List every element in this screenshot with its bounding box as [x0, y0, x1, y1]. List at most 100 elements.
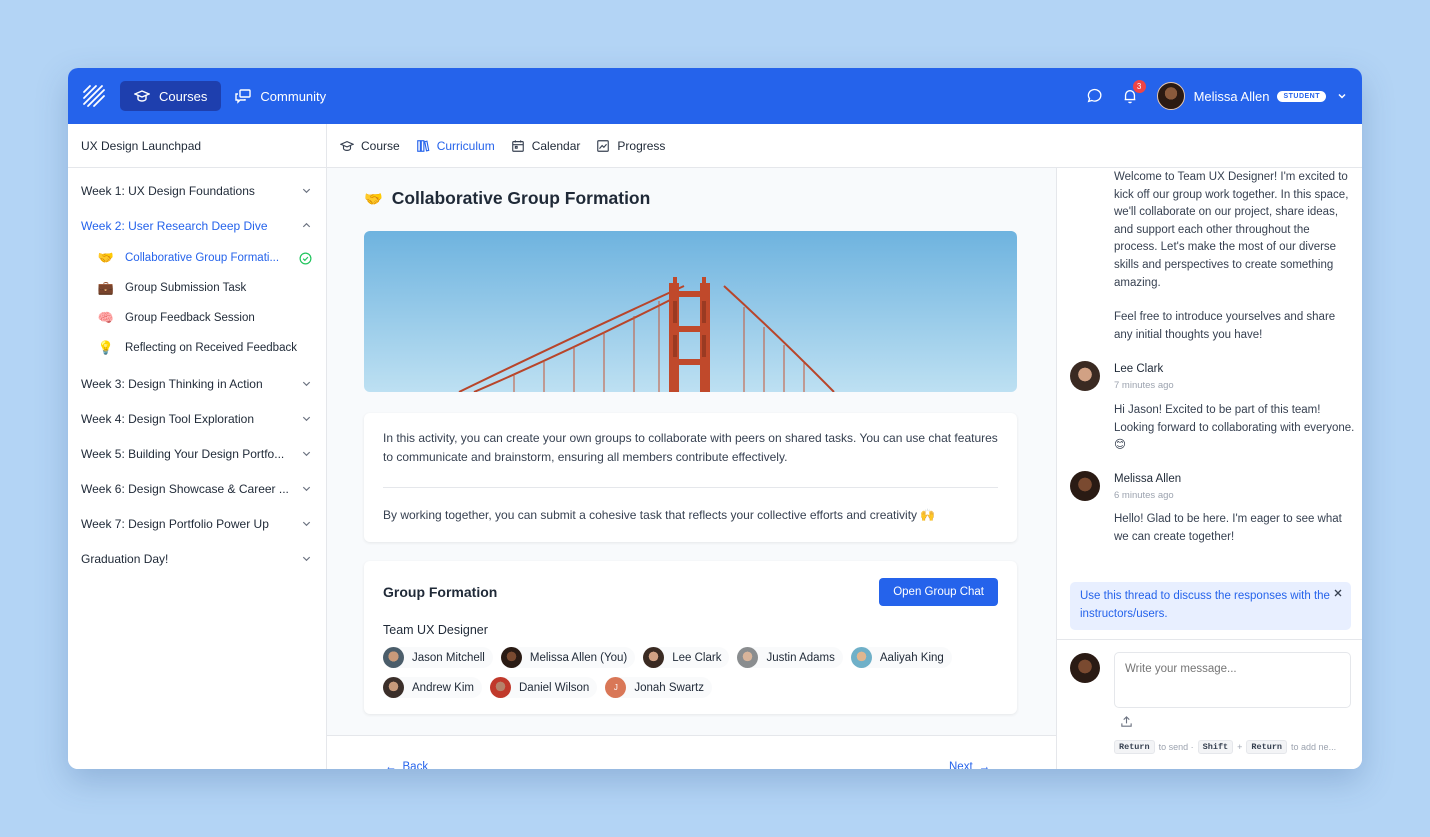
calendar-icon [511, 139, 524, 152]
lesson-item-group-submission[interactable]: 💼 Group Submission Task [68, 273, 326, 303]
kbd-return: Return [1246, 740, 1288, 754]
tab-calendar[interactable]: Calendar [511, 124, 580, 168]
notification-count-badge: 3 [1132, 80, 1146, 93]
books-icon [416, 139, 430, 152]
activity-description-card: In this activity, you can create your ow… [364, 413, 1017, 542]
avatar [737, 647, 759, 668]
next-link[interactable]: Next → [949, 761, 990, 769]
page-title-text: Collaborative Group Formation [391, 188, 651, 208]
avatar [850, 647, 872, 668]
chevron-down-icon [302, 556, 311, 562]
content-row: 🤝 Collaborative Group Formation In this … [327, 168, 1362, 769]
course-sidebar: UX Design Launchpad Week 1: UX Design Fo… [68, 124, 327, 769]
group-formation-title: Group Formation [383, 584, 498, 600]
member-chip[interactable]: Lee Clark [643, 647, 730, 668]
bridge-illustration [458, 277, 835, 392]
week-6-item[interactable]: Week 6: Design Showcase & Career ... [68, 471, 326, 506]
chevron-down-icon [302, 188, 311, 194]
chevron-down-icon [302, 381, 311, 387]
description-paragraph-1: In this activity, you can create your ow… [383, 431, 998, 464]
chart-icon [597, 139, 610, 152]
tab-curriculum[interactable]: Curriculum [416, 124, 495, 168]
tab-course[interactable]: Course [340, 124, 400, 168]
nav-community-label: Community [260, 88, 327, 104]
member-name: Andrew Kim [412, 681, 474, 694]
handshake-icon: 🤝 [97, 250, 115, 265]
back-label: Back [402, 761, 429, 769]
lesson-label: Collaborative Group Formati... [125, 252, 280, 264]
week-4-item[interactable]: Week 4: Design Tool Exploration [68, 401, 326, 436]
graduation-cap-icon [340, 140, 354, 151]
user-name[interactable]: Melissa Allen [1194, 89, 1270, 104]
chat-author: Lee Clark [1114, 363, 1164, 375]
member-chip[interactable]: Aaliyah King [850, 647, 952, 668]
description-paragraph-2: By working together, you can submit a co… [383, 508, 936, 522]
thread-hint-banner: Use this thread to discuss the responses… [1070, 582, 1351, 630]
chat-avatar[interactable] [1070, 471, 1100, 501]
body-area: UX Design Launchpad Week 1: UX Design Fo… [68, 124, 1362, 769]
check-circle-icon [299, 252, 312, 264]
chat-avatar[interactable] [1070, 361, 1100, 391]
user-avatar[interactable] [1156, 82, 1185, 110]
tab-progress[interactable]: Progress [596, 124, 665, 168]
week-label: Week 3: Design Thinking in Action [81, 376, 263, 391]
composer-divider [1057, 639, 1362, 640]
chat-message: Hello! Glad to be here. I'm eager to see… [1114, 513, 1342, 543]
week-label: Week 1: UX Design Foundations [81, 183, 255, 198]
lesson-item-collaborative-group[interactable]: 🤝 Collaborative Group Formati... [68, 243, 326, 273]
nav-courses-label: Courses [159, 88, 208, 104]
chevron-down-icon[interactable] [1336, 90, 1348, 102]
chat-author: Melissa Allen [1114, 473, 1182, 485]
week-2-item[interactable]: Week 2: User Research Deep Dive [68, 208, 326, 243]
messages-button[interactable] [1085, 87, 1103, 105]
member-chip[interactable]: Justin Adams [737, 647, 843, 668]
team-name: Team UX Designer [383, 623, 488, 637]
member-chip[interactable]: Melissa Allen (You) [500, 647, 636, 668]
member-name: Lee Clark [672, 651, 722, 664]
top-bar: Courses Community 3 Melissa Allen STUDEN… [68, 68, 1362, 124]
arrow-left-icon: ← [385, 761, 397, 769]
week-3-item[interactable]: Week 3: Design Thinking in Action [68, 366, 326, 401]
handshake-icon: 🤝 [364, 190, 383, 208]
week-label: Graduation Day! [81, 551, 169, 566]
lesson-item-group-feedback[interactable]: 🧠 Group Feedback Session [68, 303, 326, 333]
week-label: Week 7: Design Portfolio Power Up [81, 516, 269, 531]
week-label: Week 4: Design Tool Exploration [81, 411, 254, 426]
nav-courses[interactable]: Courses [120, 81, 222, 111]
chevron-down-icon [302, 451, 311, 457]
member-chip[interactable]: Jason Mitchell [383, 647, 493, 668]
keyboard-hint: Return to send · Shift + Return to add n… [1114, 740, 1336, 754]
week-1-item[interactable]: Week 1: UX Design Foundations [68, 173, 326, 208]
nav-community[interactable]: Community [221, 81, 340, 111]
logo-icon[interactable] [82, 84, 106, 108]
week-7-item[interactable]: Week 7: Design Portfolio Power Up [68, 506, 326, 541]
week-5-item[interactable]: Week 5: Building Your Design Portfo... [68, 436, 326, 471]
member-chip[interactable]: Andrew Kim [383, 677, 482, 698]
graduation-day-item[interactable]: Graduation Day! [68, 541, 326, 576]
kbd-add-text: to add ne... [1291, 742, 1337, 752]
notifications-button[interactable]: 3 [1121, 80, 1146, 105]
lesson-content: 🤝 Collaborative Group Formation In this … [327, 168, 1056, 769]
kbd-plus: + [1237, 742, 1243, 752]
member-name: Jonah Swartz [634, 681, 704, 694]
lesson-label: Reflecting on Received Feedback [125, 342, 297, 354]
back-link[interactable]: ← Back [385, 761, 428, 769]
kbd-return: Return [1114, 740, 1155, 754]
member-chip[interactable]: J Jonah Swartz [605, 677, 712, 698]
chat-timestamp: 6 minutes ago [1114, 490, 1174, 501]
chat-timestamp: 7 minutes ago [1114, 380, 1174, 391]
upload-icon[interactable] [1120, 715, 1133, 728]
week-label: Week 6: Design Showcase & Career ... [81, 481, 289, 496]
lesson-item-reflecting-feedback[interactable]: 💡 Reflecting on Received Feedback [68, 333, 326, 363]
avatar [643, 647, 665, 668]
message-circle-icon [1087, 88, 1102, 103]
close-icon[interactable] [1333, 588, 1343, 598]
brain-icon: 🧠 [97, 310, 115, 325]
chevron-down-icon [302, 521, 311, 527]
open-group-chat-button[interactable]: Open Group Chat [879, 578, 998, 606]
avatar [490, 677, 511, 698]
lesson-label: Group Feedback Session [125, 312, 255, 324]
avatar-initial: J [605, 677, 627, 698]
member-chip[interactable]: Daniel Wilson [490, 677, 598, 698]
message-input[interactable] [1114, 652, 1351, 708]
